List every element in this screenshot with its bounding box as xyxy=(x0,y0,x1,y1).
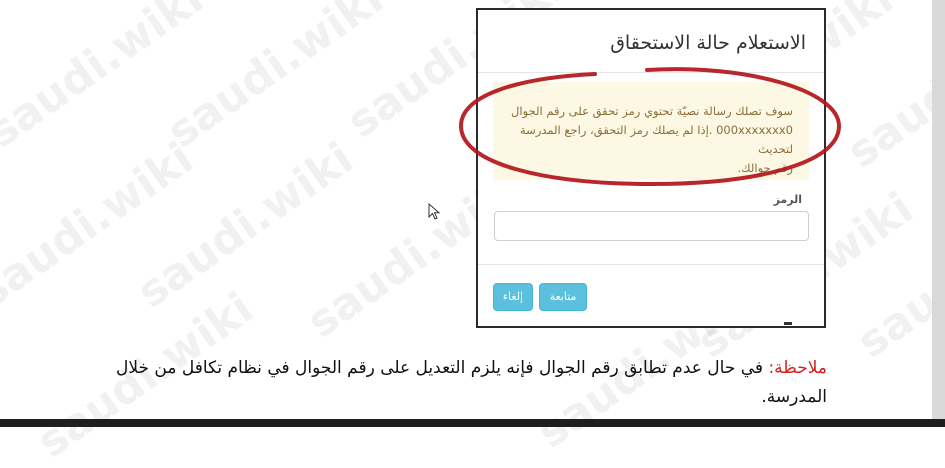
note-paragraph: ملاحظة: في حال عدم تطابق رقم الجوال فإنه… xyxy=(47,354,827,412)
note-text: في حال عدم تطابق رقم الجوال فإنه يلزم ال… xyxy=(115,358,827,407)
watermark: saudi.wiki xyxy=(0,132,203,319)
watermark: saudi.wiki xyxy=(0,0,213,159)
code-label: الرمز xyxy=(773,193,802,206)
scroll-nub xyxy=(784,322,792,325)
watermark: saudi.wiki xyxy=(838,0,945,179)
continue-button[interactable]: متابعة xyxy=(539,283,587,311)
watermark: saudi.wiki xyxy=(158,0,393,159)
code-input[interactable] xyxy=(494,211,809,241)
highlight-ellipse xyxy=(458,67,842,187)
dialog-footer-divider xyxy=(478,264,824,265)
page-edge xyxy=(932,0,945,427)
watermark: saudi.wiki xyxy=(128,132,363,319)
watermark: saudi.wiki xyxy=(848,182,945,369)
cancel-button[interactable]: إلغاء xyxy=(493,283,533,311)
dialog-title: الاستعلام حالة الاستحقاق xyxy=(610,32,806,54)
note-label: ملاحظة: xyxy=(768,358,827,378)
mouse-pointer-icon xyxy=(428,203,441,220)
bottom-bar xyxy=(0,419,945,427)
